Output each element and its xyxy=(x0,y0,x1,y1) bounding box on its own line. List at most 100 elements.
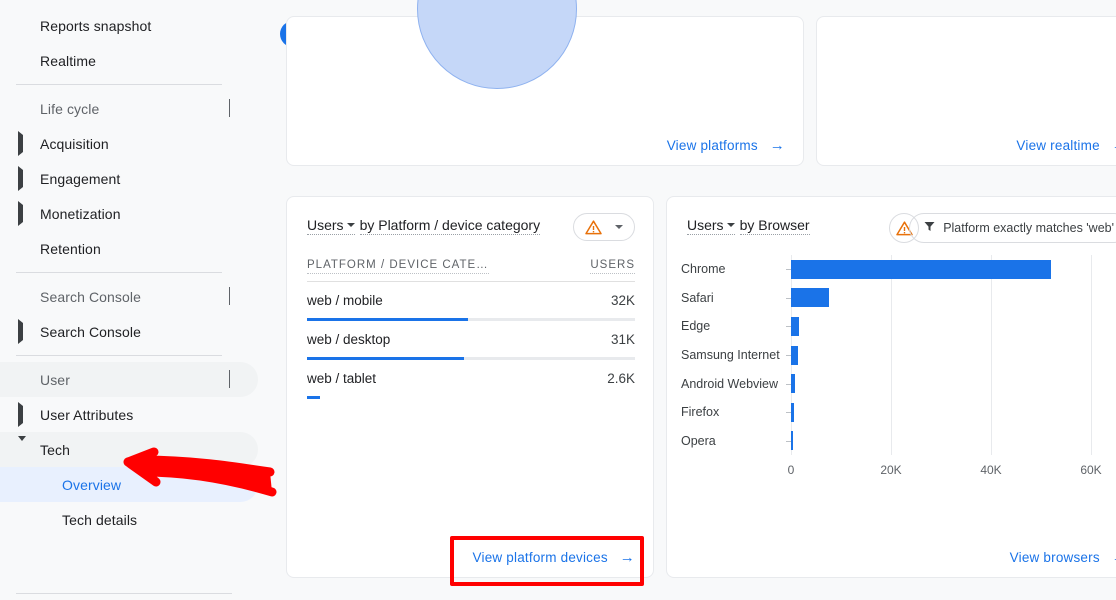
sidebar-divider xyxy=(16,355,222,356)
sidebar-item-label: Reports snapshot xyxy=(40,18,151,34)
sidebar-item-tech[interactable]: Tech xyxy=(0,432,258,467)
view-platform-devices-link[interactable]: View platform devices → xyxy=(473,550,635,565)
row-dimension: web / desktop xyxy=(307,332,390,347)
card-platform-device-category: Users by Platform / device category xyxy=(286,196,654,578)
chevron-down-icon xyxy=(347,223,355,227)
chart-bar[interactable] xyxy=(791,288,829,307)
card-header: Users by Browser Platform exactly mat xyxy=(667,197,1116,235)
sidebar-item-label: Tech details xyxy=(62,512,137,528)
sidebar-item-label: User Attributes xyxy=(40,407,133,423)
view-platforms-label: View platforms xyxy=(667,138,758,153)
sidebar-bottom-divider xyxy=(16,593,232,594)
devices-table: PLATFORM / DEVICE CATE… USERS web / mobi… xyxy=(307,259,635,399)
table-row[interactable]: web / desktop 31K xyxy=(307,321,635,360)
chart-x-tick-label: 40K xyxy=(980,463,1001,477)
chart-y-tick xyxy=(786,326,791,327)
sidebar-item-realtime[interactable]: Realtime xyxy=(0,43,258,78)
donut-chart-partial xyxy=(417,0,577,89)
sidebar-group-label: Search Console xyxy=(40,289,141,305)
chart-bar[interactable] xyxy=(791,374,795,393)
chart-y-tick xyxy=(786,298,791,299)
table-row[interactable]: web / tablet 2.6K xyxy=(307,360,635,399)
filter-chip[interactable]: Platform exactly matches 'web' xyxy=(909,213,1116,243)
chart-category-label: Samsung Internet xyxy=(681,349,781,361)
chart-bar[interactable] xyxy=(791,346,798,365)
dimension-label: by Platform / device category xyxy=(360,217,541,235)
chart-bar[interactable] xyxy=(791,260,1051,279)
chevron-down-icon xyxy=(615,225,623,229)
sidebar-item-user-attributes[interactable]: User Attributes xyxy=(0,397,258,432)
sidebar-item-search-console[interactable]: Search Console xyxy=(0,314,258,349)
warning-dropdown-button[interactable] xyxy=(573,213,635,241)
chevron-right-icon xyxy=(18,205,32,223)
chart-bar[interactable] xyxy=(791,317,799,336)
chart-category-label: Safari xyxy=(681,292,781,304)
sidebar-group-user[interactable]: User xyxy=(0,362,258,397)
chart-category-label: Firefox xyxy=(681,406,781,418)
chart-category-label: Android Webview xyxy=(681,378,781,390)
chart-x-tick-label: 0 xyxy=(788,463,795,477)
sidebar-item-label: Retention xyxy=(40,241,101,257)
column-header-users[interactable]: USERS xyxy=(590,259,635,274)
chevron-up-icon[interactable] xyxy=(229,288,230,306)
browser-bar-chart: 020K40K60K ChromeSafariEdgeSamsung Inter… xyxy=(681,255,1116,495)
chart-bar[interactable] xyxy=(791,431,793,450)
sidebar-item-monetization[interactable]: Monetization xyxy=(0,196,258,231)
sidebar-item-overview[interactable]: Overview xyxy=(0,467,258,502)
chart-y-tick xyxy=(786,355,791,356)
chart-plot-area: 020K40K60K xyxy=(791,255,1101,455)
sidebar-divider xyxy=(16,84,222,85)
view-realtime-label: View realtime xyxy=(1016,138,1099,153)
chart-gridline xyxy=(991,255,992,455)
view-browsers-link[interactable]: View browsers → xyxy=(1010,550,1116,565)
arrow-right-icon: → xyxy=(620,550,635,565)
chart-category-label: Chrome xyxy=(681,263,781,275)
chevron-up-icon[interactable] xyxy=(229,100,230,118)
metric-label: Users xyxy=(687,217,724,233)
chart-gridline xyxy=(891,255,892,455)
warning-triangle-icon xyxy=(585,220,602,235)
sidebar-item-label: Acquisition xyxy=(40,136,109,152)
arrow-right-icon: → xyxy=(1112,138,1116,153)
sidebar-item-label: Search Console xyxy=(40,324,141,340)
row-dimension: web / tablet xyxy=(307,371,376,386)
chevron-right-icon xyxy=(18,135,32,153)
view-realtime-link[interactable]: View realtime → xyxy=(1016,138,1116,153)
sidebar-item-reports-snapshot[interactable]: Reports snapshot xyxy=(0,8,258,43)
table-header-row: PLATFORM / DEVICE CATE… USERS xyxy=(307,259,635,282)
chevron-right-icon xyxy=(18,323,32,341)
metric-selector[interactable]: Users xyxy=(307,217,355,235)
chart-category-label: Edge xyxy=(681,320,781,332)
sidebar-group-search-console[interactable]: Search Console xyxy=(0,279,258,314)
sidebar-item-tech-details[interactable]: Tech details xyxy=(0,502,258,537)
chevron-right-icon xyxy=(18,406,32,424)
row-value: 32K xyxy=(611,293,635,308)
row-bar-fill xyxy=(307,396,320,399)
sidebar-item-acquisition[interactable]: Acquisition xyxy=(0,126,258,161)
column-header-dimension[interactable]: PLATFORM / DEVICE CATE… xyxy=(307,259,489,274)
row-value: 2.6K xyxy=(607,371,635,386)
view-browsers-label: View browsers xyxy=(1010,550,1100,565)
dimension-label: by Browser xyxy=(740,217,810,235)
card-users-by-browser: Users by Browser Platform exactly mat xyxy=(666,196,1116,578)
sidebar-item-engagement[interactable]: Engagement xyxy=(0,161,258,196)
chart-y-tick xyxy=(786,441,791,442)
metric-selector[interactable]: Users xyxy=(687,217,735,235)
sidebar-item-label: Tech xyxy=(40,442,70,458)
sidebar-group-label: User xyxy=(40,372,70,388)
chart-category-label: Opera xyxy=(681,435,781,447)
view-platforms-link[interactable]: View platforms → xyxy=(667,138,785,153)
chart-bar[interactable] xyxy=(791,403,794,422)
left-sidebar-navigation: Reports snapshot Realtime Life cycle Acq… xyxy=(0,0,258,600)
chart-x-tick-label: 20K xyxy=(880,463,901,477)
view-platform-devices-label: View platform devices xyxy=(473,550,608,565)
sidebar-group-life-cycle[interactable]: Life cycle xyxy=(0,91,258,126)
chevron-up-icon[interactable] xyxy=(229,371,230,389)
arrow-right-icon: → xyxy=(770,138,785,153)
filter-chip-label: Platform exactly matches 'web' xyxy=(943,221,1114,235)
card-platforms: View platforms → xyxy=(286,16,804,166)
sidebar-item-retention[interactable]: Retention xyxy=(0,231,258,266)
chart-x-tick-label: 60K xyxy=(1080,463,1101,477)
sidebar-item-label: Monetization xyxy=(40,206,121,222)
table-row[interactable]: web / mobile 32K xyxy=(307,282,635,321)
